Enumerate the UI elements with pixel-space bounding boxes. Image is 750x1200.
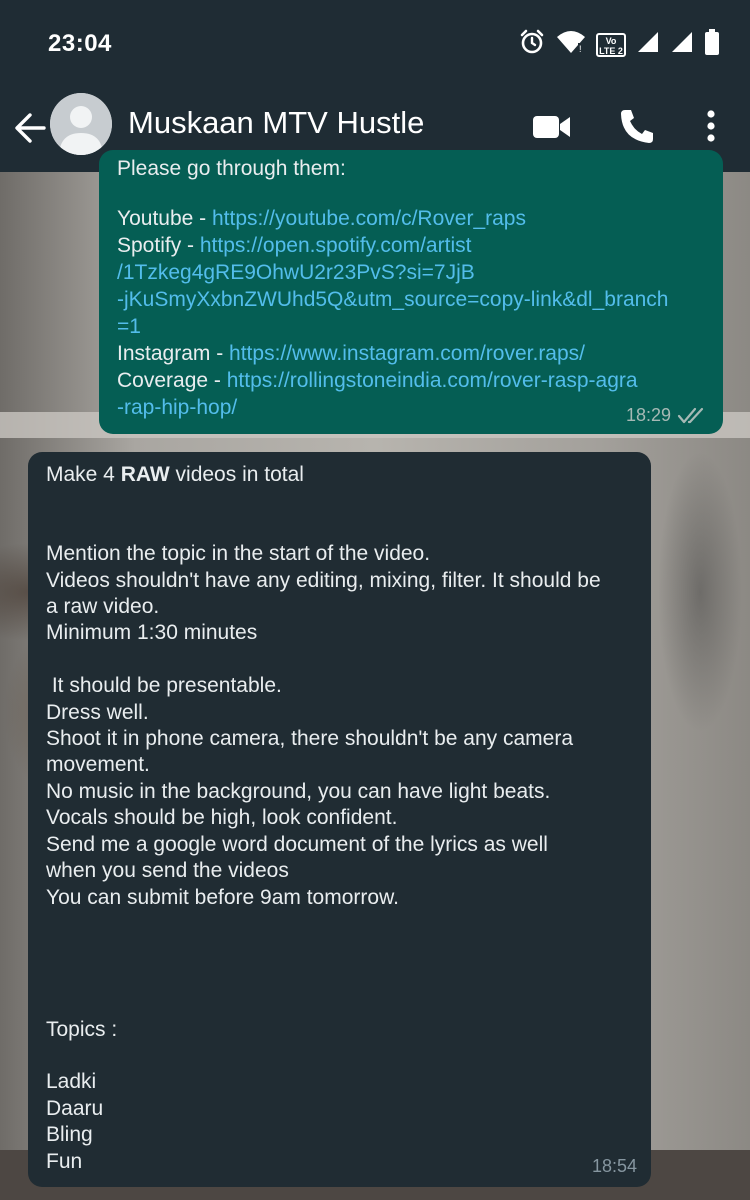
message-first-line: Make 4 RAW videos in total [46, 462, 633, 488]
spotify-link[interactable]: -jKuSmyXxbnZWUhd5Q&utm_source=copy-link&… [117, 288, 669, 311]
back-button[interactable] [12, 108, 48, 148]
video-call-button[interactable] [532, 110, 572, 144]
link-label: Youtube - [117, 207, 212, 230]
message-line: Instagram - https://www.instagram.com/ro… [117, 340, 669, 367]
avatar[interactable] [50, 93, 112, 155]
arrow-left-icon [15, 113, 46, 143]
volte-label-bottom: LTE 2 [599, 45, 623, 56]
svg-text:!: ! [579, 44, 582, 54]
coverage-link[interactable]: -rap-hip-hop/ [117, 396, 237, 419]
default-avatar-icon [50, 93, 112, 155]
message-meta: 18:29 [626, 405, 707, 426]
message-line: /1Tzkeg4gRE9OhwU2r23PvS?si=7JjB [117, 259, 669, 286]
spotify-link[interactable]: =1 [117, 315, 141, 338]
message-text: videos in total [169, 463, 304, 486]
incoming-message-bubble[interactable]: Make 4 RAW videos in total Mention the t… [28, 452, 651, 1187]
status-icons: ! Vo LTE 2 [518, 28, 720, 61]
message-line: -rap-hip-hop/ [117, 394, 669, 421]
contact-name[interactable]: Muskaan MTV Hustle [128, 105, 424, 141]
more-options-button[interactable] [700, 106, 722, 146]
video-call-icon [533, 116, 570, 138]
message-time: 18:54 [591, 1156, 637, 1176]
link-label: Coverage - [117, 369, 227, 392]
double-check-icon [677, 407, 704, 423]
link-label: Instagram - [117, 342, 230, 365]
status-bar: 23:04 ! Vo LTE 2 [0, 0, 750, 88]
wifi-icon: ! [556, 29, 586, 60]
voice-call-button[interactable] [618, 106, 656, 146]
message-body: Youtube - https://youtube.com/c/Rover_ra… [117, 205, 669, 421]
status-time: 23:04 [48, 30, 112, 57]
spotify-link[interactable]: https://open.spotify.com/artist [200, 234, 472, 257]
message-line: Coverage - https://rollingstoneindia.com… [117, 367, 669, 394]
message-bold-text: RAW [120, 463, 170, 486]
message-time: 18:29 [625, 405, 671, 425]
message-text-cutoff: Please go through them: [117, 157, 346, 180]
message-line: Spotify - https://open.spotify.com/artis… [117, 232, 669, 259]
message-text: Mention the topic in the start of the vi… [46, 542, 601, 1173]
battery-icon [704, 29, 720, 60]
youtube-link[interactable]: https://youtube.com/c/Rover_raps [212, 207, 526, 230]
more-vert-icon [707, 110, 715, 142]
spotify-link[interactable]: /1Tzkeg4gRE9OhwU2r23PvS?si=7JjB [117, 261, 475, 284]
outgoing-message-bubble[interactable]: Please go through them: Youtube - https:… [99, 150, 723, 434]
message-text: Make 4 [46, 463, 121, 486]
alarm-icon [518, 28, 546, 61]
message-line: -jKuSmyXxbnZWUhd5Q&utm_source=copy-link&… [117, 286, 669, 313]
signal-icon [636, 30, 660, 59]
message-line: =1 [117, 313, 669, 340]
volte-label-top: Vo [605, 35, 617, 46]
volte-icon: Vo LTE 2 [596, 32, 626, 57]
message-line: Youtube - https://youtube.com/c/Rover_ra… [117, 205, 669, 232]
coverage-link[interactable]: https://rollingstoneindia.com/rover-rasp… [227, 369, 638, 392]
phone-call-icon [621, 110, 653, 143]
signal-icon [670, 30, 694, 59]
instagram-link[interactable]: https://www.instagram.com/rover.raps/ [229, 342, 585, 365]
link-label: Spotify - [117, 234, 200, 257]
